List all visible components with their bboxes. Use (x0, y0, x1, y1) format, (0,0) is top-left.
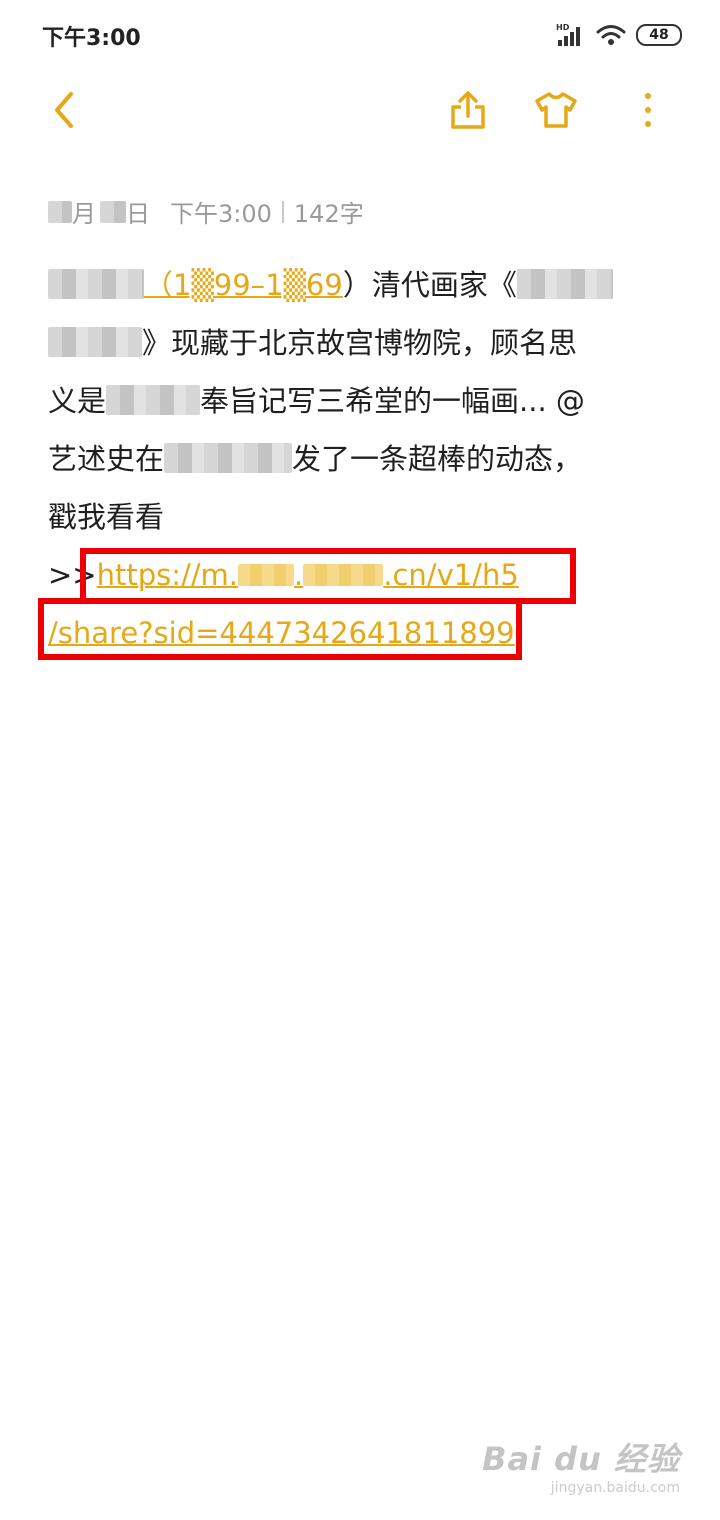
more-vertical-icon (645, 93, 651, 127)
note-line: 戳我看看 (48, 488, 678, 546)
redacted-text (106, 385, 201, 415)
note-text: 义是 (48, 384, 107, 418)
note-text: ）清代画家《 (342, 268, 517, 302)
theme-button[interactable] (532, 86, 580, 134)
redacted-day (100, 200, 126, 223)
highlight-box (38, 598, 522, 660)
wifi-icon (596, 25, 626, 45)
note-text: 奉旨记写三希堂的一幅画... @ (200, 384, 585, 418)
chevron-left-icon (55, 92, 73, 128)
note-line: 》现藏于北京故宫博物院，顾名思 (48, 314, 678, 372)
redacted-text (48, 327, 142, 357)
note-meta: 月 日 下午3:00 142字 (48, 194, 364, 229)
note-toolbar (0, 70, 720, 150)
redacted-text (48, 269, 144, 299)
note-line: 艺述史在 发了一条超棒的动态， (48, 430, 678, 488)
month-suffix: 月 (72, 200, 96, 228)
share-icon (451, 91, 485, 129)
tshirt-icon (535, 92, 577, 128)
status-bar: 下午3:00 HD 48 (0, 0, 720, 70)
day-suffix: 日 (126, 200, 150, 228)
note-text: 戳我看看 (48, 500, 165, 534)
years-link[interactable]: （1▒99–1▒69 (144, 268, 343, 302)
status-icons: HD 48 (556, 22, 682, 48)
watermark-url: jingyan.baidu.com (550, 1480, 680, 1496)
battery-icon: 48 (636, 24, 682, 46)
note-line: 义是 奉旨记写三希堂的一幅画... @ (48, 372, 678, 430)
svg-text:HD: HD (556, 23, 570, 32)
share-button[interactable] (444, 86, 492, 134)
watermark: Bai du 经验 jingyan.baidu.com (482, 1434, 680, 1496)
note-text: 》现藏于北京故宫博物院，顾名思 (142, 326, 578, 360)
word-count: 142字 (293, 200, 364, 228)
note-time: 下午3:00 (170, 200, 272, 228)
redacted-text (164, 443, 293, 473)
back-button[interactable] (40, 86, 88, 134)
hd-signal-icon: HD (556, 23, 580, 46)
more-button[interactable] (624, 86, 672, 134)
status-time: 下午3:00 (42, 26, 141, 51)
redacted-month (48, 200, 72, 223)
highlight-box (80, 548, 576, 604)
watermark-brand: Bai du 经验 (482, 1440, 680, 1478)
note-text: 发了一条超棒的动态， (292, 442, 583, 476)
meta-divider (281, 200, 284, 223)
note-text: 艺述史在 (48, 442, 165, 476)
note-line: （1▒99–1▒69）清代画家《 (48, 256, 678, 314)
redacted-text (516, 269, 613, 299)
